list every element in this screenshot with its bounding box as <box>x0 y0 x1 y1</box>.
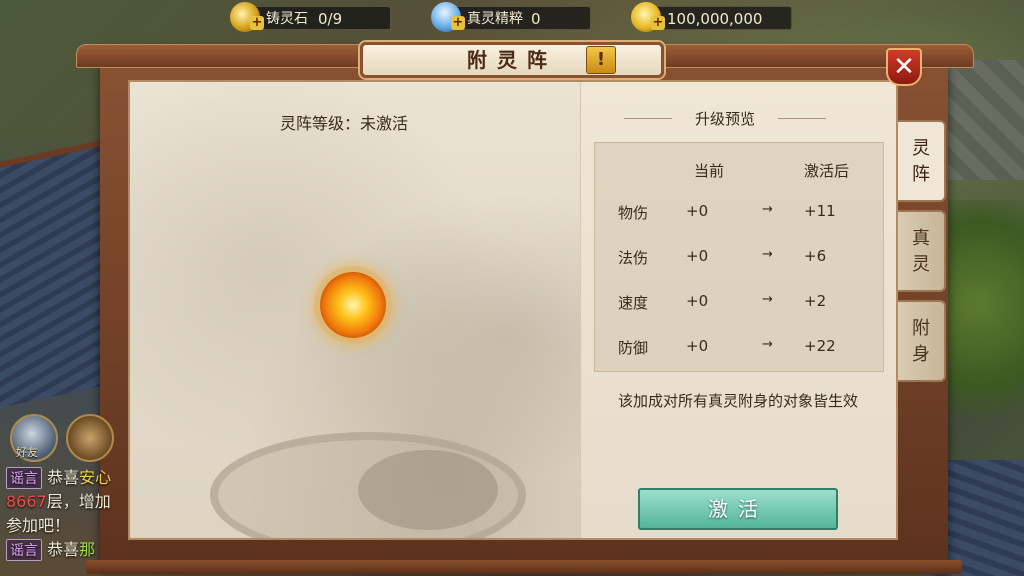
resource-spirit-stone[interactable]: + 铸灵石 0/9 <box>230 2 391 32</box>
column-current: 当前 <box>694 162 725 180</box>
stat-current: +0 <box>686 337 709 355</box>
stat-name: 法伤 <box>618 249 649 267</box>
arrow-icon: → <box>762 202 773 217</box>
arrow-icon: → <box>762 247 773 262</box>
chat-highlight: 8667 <box>6 492 47 511</box>
tab-formation[interactable]: 灵 阵 <box>898 120 946 202</box>
stat-name: 物伤 <box>618 204 649 222</box>
upgrade-preview-title: 升级预览 <box>624 108 826 129</box>
title-plate: 附灵阵 <box>360 42 664 78</box>
stat-name: 速度 <box>618 294 649 312</box>
stat-name: 防御 <box>618 339 649 357</box>
taiji-symbol <box>210 432 526 538</box>
stat-current: +0 <box>686 202 709 220</box>
tab-possession[interactable]: 附 身 <box>898 300 946 382</box>
arrow-icon: → <box>762 292 773 307</box>
chat-text: 层，增加 <box>46 492 111 511</box>
friends-label: 好友 <box>16 446 38 459</box>
resource-essence[interactable]: + 真灵精粹 0 <box>431 2 591 32</box>
chat-message: 参加吧！ <box>6 512 70 536</box>
resource-label: 真灵精粹 <box>467 11 523 27</box>
stat-after: +2 <box>804 292 827 310</box>
chat-highlight[interactable]: 安心 <box>79 468 111 487</box>
stat-row: 速度 +0 → +2 <box>594 292 882 316</box>
formation-level: 灵阵等级：未激活 <box>280 114 409 133</box>
arrow-icon: → <box>762 337 773 352</box>
bonus-note: 该加成对所有真灵附身的对象皆生效 <box>617 392 858 410</box>
tab-label: 真 灵 <box>912 228 930 275</box>
chat-icon[interactable] <box>66 414 114 462</box>
resource-value: 0/9 <box>318 10 343 28</box>
add-icon[interactable]: + <box>651 16 665 30</box>
stat-after: +6 <box>804 247 827 265</box>
tab-label: 灵 阵 <box>912 138 930 185</box>
stat-current: +0 <box>686 292 709 310</box>
stat-after: +22 <box>804 337 836 355</box>
add-icon[interactable]: + <box>250 16 264 30</box>
chat-tag: 谣言 <box>6 467 42 489</box>
chat-message: 谣言 恭喜安心 <box>6 464 111 489</box>
chat-text: 参加吧！ <box>6 516 71 535</box>
column-after: 激活后 <box>804 162 850 180</box>
chat-text: 恭喜 <box>47 540 80 559</box>
stat-current: +0 <box>686 247 709 265</box>
chat-text: 恭喜 <box>47 468 80 487</box>
chat-highlight[interactable]: 那 <box>79 540 95 559</box>
add-icon[interactable]: + <box>451 16 465 30</box>
chat-message: 8667层，增加 <box>6 488 111 512</box>
chat-tag: 谣言 <box>6 539 42 561</box>
resource-gold[interactable]: + 100,000,000 <box>631 2 792 32</box>
panel-title: 附灵阵 <box>467 48 557 72</box>
stat-row: 物伤 +0 → +11 <box>594 202 882 226</box>
game-screen: + 铸灵石 0/9 + 真灵精粹 0 + 100,000,000 附灵阵 ! ✕… <box>0 0 1024 576</box>
formation-view <box>130 82 580 538</box>
stat-row: 防御 +0 → +22 <box>594 337 882 361</box>
resource-label: 铸灵石 <box>266 11 308 27</box>
stat-row: 法伤 +0 → +6 <box>594 247 882 271</box>
help-button[interactable]: ! <box>586 46 616 74</box>
stat-after: +11 <box>804 202 836 220</box>
close-button[interactable]: ✕ <box>886 48 922 86</box>
chat-message: 谣言 恭喜那 <box>6 536 95 561</box>
resource-value: 100,000,000 <box>667 10 763 28</box>
friends-icon[interactable]: 好友 <box>10 414 58 462</box>
fire-orb[interactable] <box>320 272 386 338</box>
tab-true-spirit[interactable]: 真 灵 <box>898 210 946 292</box>
tab-label: 附 身 <box>912 318 930 365</box>
activate-button[interactable]: 激活 <box>638 488 838 530</box>
resource-value: 0 <box>531 10 541 28</box>
